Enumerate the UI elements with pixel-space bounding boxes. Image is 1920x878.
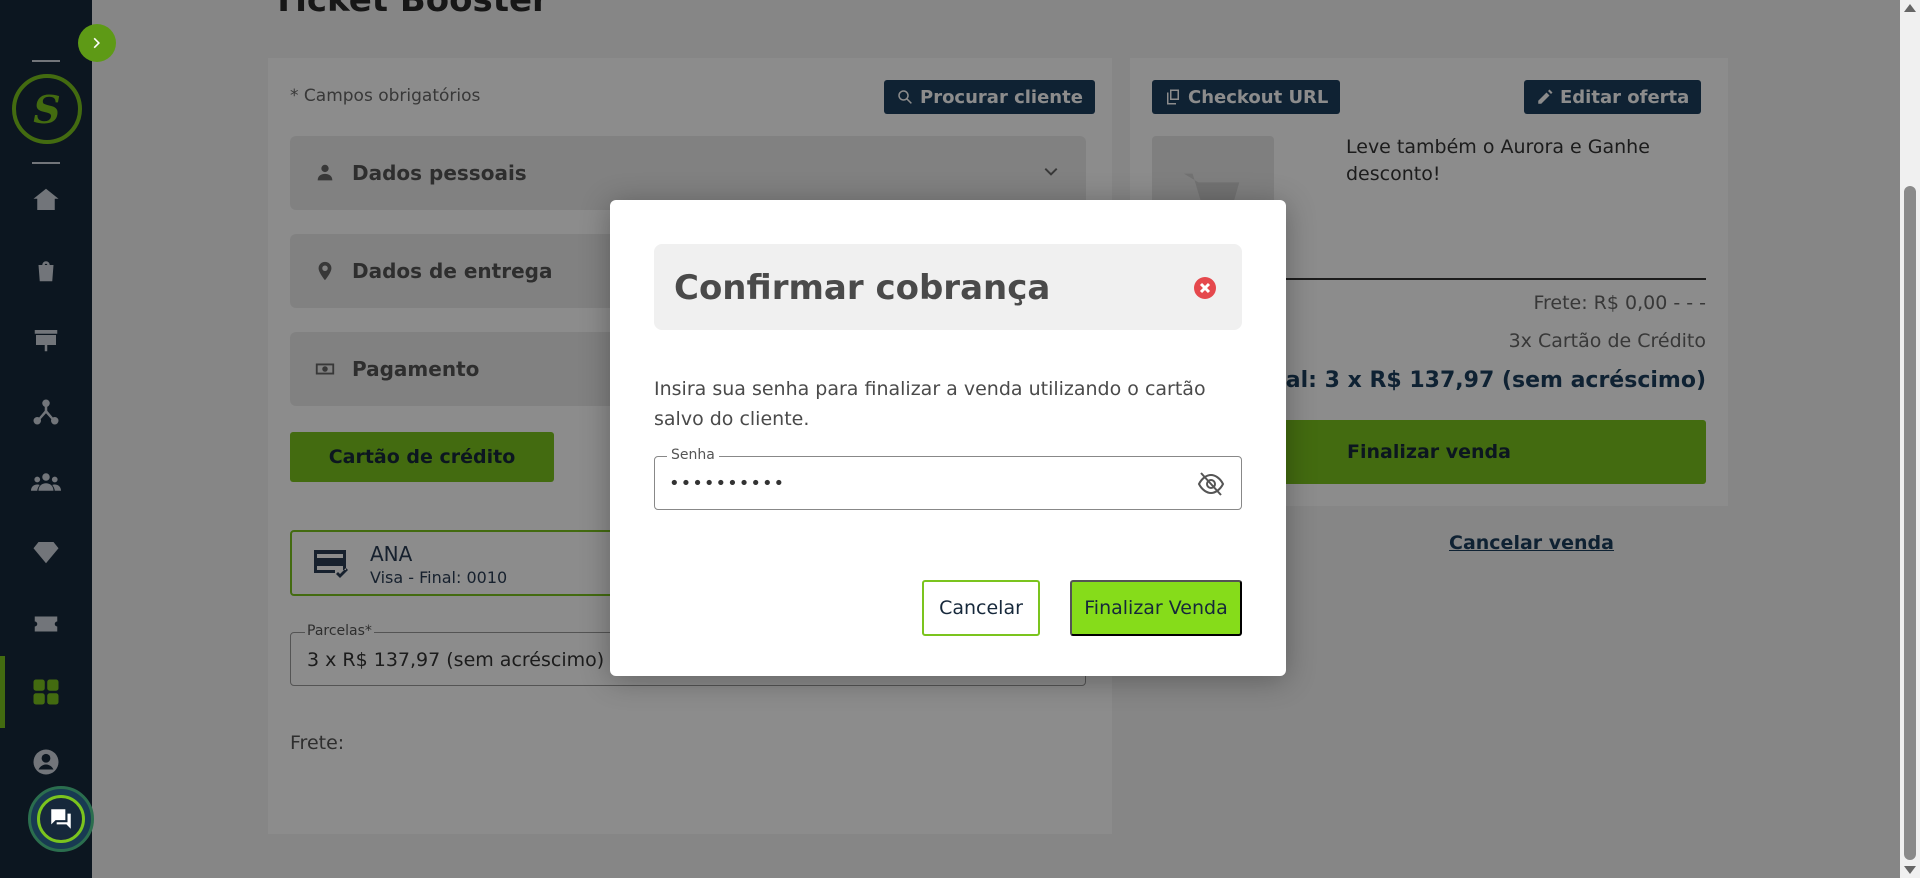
dialog-header: Confirmar cobrança: [654, 244, 1242, 330]
scroll-down-arrow[interactable]: [1904, 866, 1916, 874]
chat-support-button[interactable]: [28, 786, 94, 852]
close-icon[interactable]: [1194, 277, 1216, 299]
dialog-description: Insira sua senha para finalizar a venda …: [654, 378, 1206, 430]
chevron-right-icon: [93, 37, 100, 49]
eye-off-icon[interactable]: [1197, 471, 1225, 497]
password-field: Senha: [654, 447, 1242, 510]
password-input[interactable]: [669, 469, 1169, 497]
password-label: Senha: [667, 447, 719, 463]
confirm-charge-dialog: Confirmar cobrança Insira sua senha para…: [610, 200, 1286, 676]
scrollbar[interactable]: [1900, 0, 1920, 878]
chat-bubbles-icon: [51, 809, 71, 829]
scroll-up-arrow[interactable]: [1904, 4, 1916, 12]
finalize-sale-button[interactable]: Finalizar Venda: [1070, 580, 1242, 636]
dialog-title: Confirmar cobrança: [674, 268, 1051, 308]
chat-button-ring: [37, 795, 85, 843]
scrollbar-thumb[interactable]: [1904, 186, 1916, 860]
expand-sidebar-button[interactable]: [78, 24, 116, 62]
cancel-button[interactable]: Cancelar: [922, 580, 1040, 636]
